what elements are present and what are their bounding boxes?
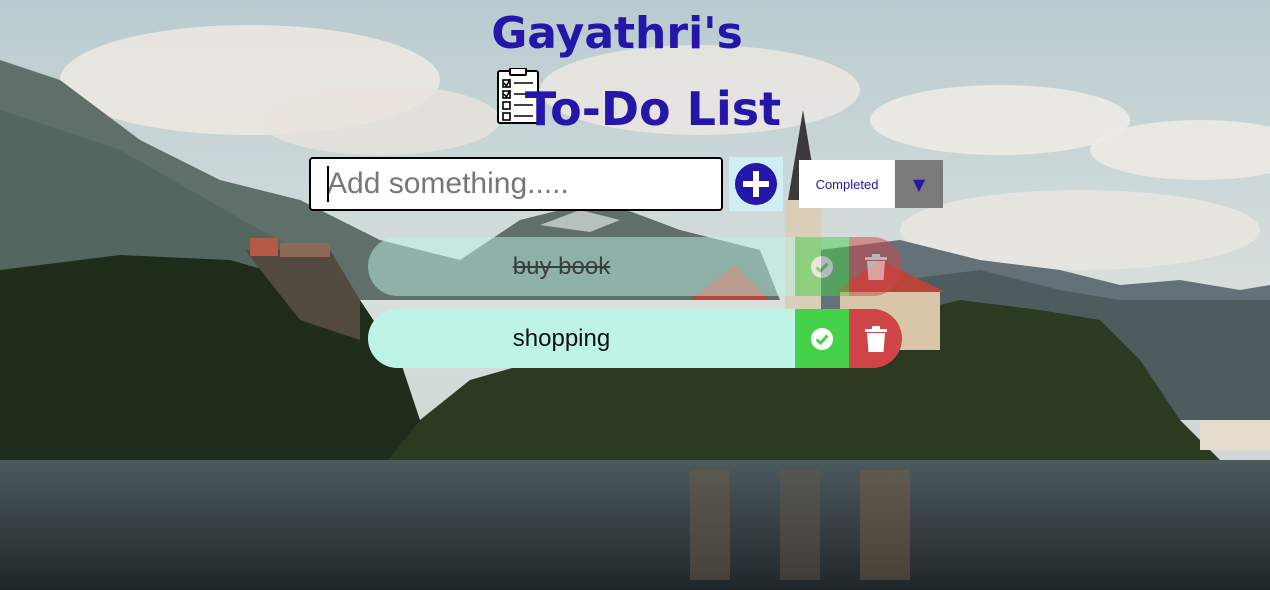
check-circle-icon [811,327,833,350]
trash-icon [864,253,887,280]
trash-icon [864,325,887,352]
plus-circle-icon [735,163,777,205]
filter-select[interactable]: Completed ▼ [799,160,943,208]
filter-selected-value: Completed [815,176,879,192]
complete-button[interactable] [795,309,849,368]
page-title-line1: Gayathri's [491,8,743,59]
add-todo-button[interactable] [729,157,783,211]
text-cursor [327,166,329,202]
chevron-down-icon: ▼ [895,160,943,208]
todo-item: buy book [368,237,902,296]
todo-item-text: buy book [368,237,795,296]
check-circle-icon [811,255,833,278]
complete-button[interactable] [795,237,849,296]
todo-item: shopping [368,309,902,368]
todo-item-text: shopping [368,309,795,368]
todo-input[interactable] [309,157,723,211]
page-title-line2: To-Do List [524,82,782,136]
